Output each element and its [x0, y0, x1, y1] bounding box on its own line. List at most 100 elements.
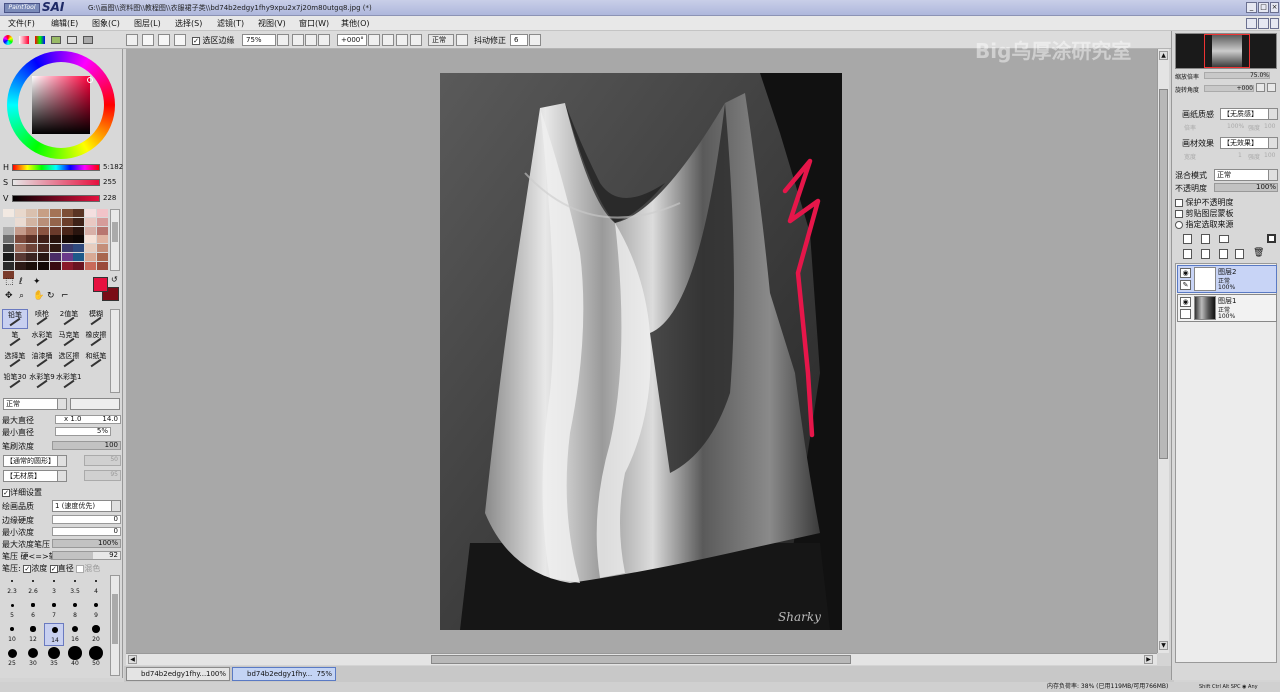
menu-view[interactable]: 视图(V) — [258, 18, 286, 29]
color-swatch[interactable] — [84, 217, 96, 226]
color-swatch[interactable] — [96, 261, 108, 270]
menu-edit[interactable]: 编辑(E) — [51, 18, 78, 29]
nav-rotate-slider[interactable]: +000 — [1204, 85, 1254, 92]
menu-image[interactable]: 图象(C) — [92, 18, 120, 29]
navigator-preview[interactable] — [1175, 33, 1277, 69]
deselect-icon[interactable] — [126, 34, 138, 46]
protect-opacity-checkbox[interactable] — [1175, 198, 1183, 207]
zoom-dropdown-icon[interactable] — [277, 34, 289, 46]
brush-slot[interactable]: 喷枪 — [29, 309, 55, 329]
color-swatch[interactable] — [38, 217, 50, 226]
swatch-mode-icon[interactable] — [51, 36, 61, 44]
layer-item-1[interactable]: ◉ 图层1 正常 100% — [1177, 294, 1277, 322]
hand-icon[interactable]: ✋ — [33, 291, 44, 301]
hsv-slider-mode-icon[interactable] — [35, 36, 45, 44]
rotate-right-icon[interactable] — [382, 34, 394, 46]
color-swatch[interactable] — [38, 244, 50, 253]
color-swatch[interactable] — [73, 253, 85, 261]
magic-wand-icon[interactable]: ✦ — [33, 277, 41, 287]
brush-size-cell[interactable]: 5 — [2, 599, 22, 622]
brush-size-cell[interactable]: 3 — [44, 575, 64, 598]
tab-document-2[interactable]: bd74b2edgy1fhy... 75% — [232, 667, 336, 681]
color-swatch[interactable] — [84, 261, 96, 270]
brush-size-cell[interactable]: 2.3 — [2, 575, 22, 598]
brush-size-cell[interactable]: 40 — [65, 646, 85, 670]
zoom-out-icon[interactable] — [292, 34, 304, 46]
brush-size-cell[interactable]: 9 — [86, 599, 106, 622]
color-swatch[interactable] — [73, 244, 85, 253]
visibility-eye-icon[interactable]: ◉ — [1180, 297, 1191, 307]
color-swatch[interactable] — [3, 226, 14, 235]
clear-layer-icon[interactable] — [1201, 249, 1210, 259]
color-swatch[interactable] — [96, 235, 108, 244]
brush-size-cell[interactable]: 16 — [65, 623, 85, 646]
crop-icon[interactable] — [174, 34, 186, 46]
menu-layer[interactable]: 图层(L) — [134, 18, 161, 29]
color-picker-cursor[interactable] — [87, 77, 93, 83]
zoom-field[interactable]: 75% — [242, 34, 276, 46]
merge-down-icon[interactable] — [1219, 249, 1228, 259]
pressure-softness-slider[interactable]: 92 — [52, 551, 121, 560]
copy-layer-icon[interactable] — [1183, 249, 1192, 259]
swap-colors-icon[interactable]: ↺ — [111, 275, 118, 284]
detail-checkbox[interactable]: ✓ — [2, 488, 10, 497]
new-vector-layer-icon[interactable] — [1201, 234, 1210, 244]
edge-hardness-field[interactable]: 0 — [52, 515, 121, 524]
color-swatch[interactable] — [96, 209, 108, 217]
color-swatch[interactable] — [49, 235, 61, 244]
brush-size-cell[interactable]: 30 — [23, 647, 43, 670]
texture-strength[interactable]: 95 — [84, 470, 121, 481]
hue-ring[interactable] — [7, 51, 115, 159]
menu-other[interactable]: 其他(O) — [341, 18, 370, 29]
color-swatch[interactable] — [38, 235, 50, 244]
color-swatch[interactable] — [73, 235, 85, 244]
flip-icon[interactable] — [410, 34, 422, 46]
max-size-field[interactable]: x 1.0 14.0 — [55, 415, 121, 424]
color-swatch[interactable] — [3, 253, 14, 261]
clip-group-checkbox[interactable] — [1175, 209, 1183, 218]
new-layer-icon[interactable] — [1183, 234, 1192, 244]
move-icon[interactable]: ✥ — [5, 291, 13, 301]
color-swatch[interactable] — [61, 261, 73, 270]
brush-size-cell[interactable]: 35 — [44, 647, 64, 670]
paper-texture-select[interactable]: 【无质感】 — [1220, 108, 1278, 120]
color-swatch[interactable] — [61, 217, 73, 226]
rgb-slider-mode-icon[interactable] — [19, 36, 29, 44]
color-swatch[interactable] — [73, 209, 85, 217]
color-swatch[interactable] — [14, 226, 26, 235]
color-swatch[interactable] — [61, 244, 73, 253]
color-swatch[interactable] — [96, 217, 108, 226]
quality-select[interactable]: 1 (速度优先) — [52, 500, 121, 512]
value-slider[interactable] — [12, 195, 100, 202]
zoom-in-icon[interactable] — [305, 34, 317, 46]
doc-minimize-button[interactable] — [1246, 18, 1257, 29]
color-swatch[interactable] — [73, 226, 85, 235]
color-swatch[interactable] — [3, 261, 14, 270]
color-swatch[interactable] — [49, 209, 61, 217]
scroll-up-icon[interactable]: ▲ — [1159, 51, 1168, 60]
invert-selection-icon[interactable] — [142, 34, 154, 46]
brush-slot[interactable]: 铅笔 — [2, 309, 28, 329]
color-swatch[interactable] — [84, 253, 96, 261]
canvas-area[interactable]: Sharky — [126, 49, 1157, 653]
color-wheel-mode-icon[interactable] — [3, 35, 13, 45]
eyedropper-icon[interactable]: ⌐ — [61, 291, 69, 301]
color-swatch[interactable] — [84, 235, 96, 244]
brush-slot[interactable]: 铅笔30 — [2, 372, 28, 392]
swatch-scrollbar[interactable] — [110, 209, 120, 271]
color-swatch[interactable] — [26, 244, 38, 253]
doc-close-button[interactable] — [1270, 18, 1279, 29]
view-mode-field[interactable]: 正常 — [428, 34, 454, 46]
color-swatch[interactable] — [26, 217, 38, 226]
color-swatch[interactable] — [38, 226, 50, 235]
brush-size-cell[interactable]: 20 — [86, 623, 106, 646]
tab-document-1[interactable]: bd74b2edgy1fhy... 100% — [126, 667, 230, 681]
brush-blend-select[interactable]: 正常 — [3, 398, 67, 410]
brush-slot[interactable]: 模糊 — [83, 309, 109, 329]
color-swatch[interactable] — [14, 253, 26, 261]
brush-slot[interactable]: 水彩笔 — [29, 330, 55, 350]
scroll-left-icon[interactable]: ◀ — [128, 655, 137, 664]
color-swatch[interactable] — [84, 226, 96, 235]
color-swatch[interactable] — [73, 217, 85, 226]
brush-shape-select[interactable]: 【通常的圆形】 — [3, 455, 67, 467]
